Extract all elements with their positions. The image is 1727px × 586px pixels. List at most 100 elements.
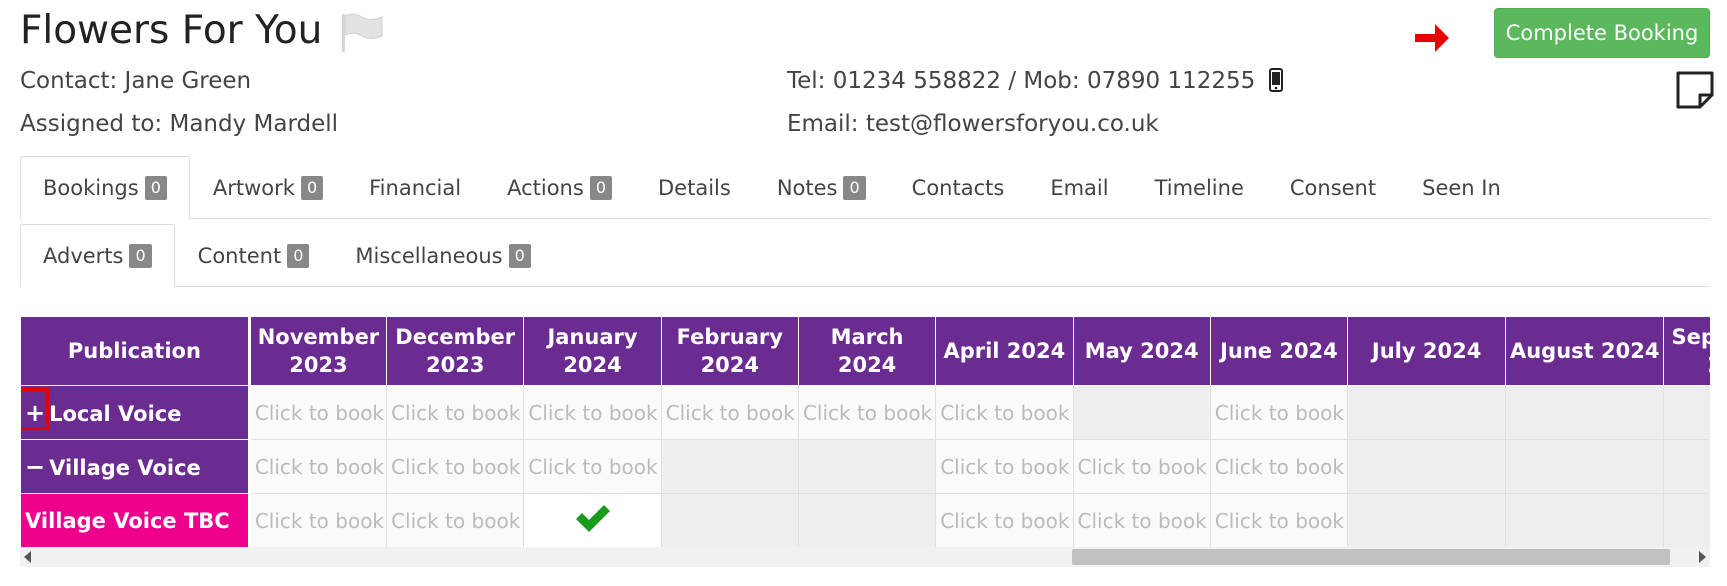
- column-header-month: June 2024: [1209, 316, 1349, 386]
- arrow-right-icon: [1415, 24, 1449, 52]
- contact-name: Contact: Jane Green: [20, 68, 252, 94]
- count-badge: 0: [300, 175, 324, 200]
- unavailable-cell: [1072, 385, 1211, 440]
- tab-timeline[interactable]: Timeline: [1132, 156, 1267, 218]
- tab-contacts[interactable]: Contacts: [889, 156, 1028, 218]
- tab-consent[interactable]: Consent: [1267, 156, 1399, 218]
- publication-cell: Village Voice TBC: [20, 493, 251, 548]
- click-to-book-cell[interactable]: Click to book: [935, 493, 1074, 548]
- column-header-month: August 2024: [1505, 316, 1665, 386]
- column-header-month: January 2024: [523, 316, 662, 386]
- page-title: Flowers For You: [20, 8, 323, 53]
- unavailable-cell: [1663, 385, 1710, 440]
- email-address: Email: test@flowersforyou.co.uk: [787, 111, 1159, 137]
- tab-adverts[interactable]: Adverts 0: [20, 224, 175, 287]
- horizontal-scrollbar[interactable]: [20, 547, 1710, 567]
- checkmark-icon: [575, 505, 610, 532]
- count-badge: 0: [589, 175, 612, 200]
- telephone-numbers: Tel: 01234 558822 / Mob: 07890 112255: [787, 68, 1256, 94]
- scroll-right-arrow-icon[interactable]: [1699, 551, 1706, 563]
- unavailable-cell: [1347, 385, 1507, 440]
- sub-tabs: Adverts 0 Content 0 Miscellaneous 0: [20, 224, 1710, 287]
- scroll-left-arrow-icon[interactable]: [24, 551, 31, 563]
- click-to-book-cell[interactable]: Click to book: [248, 439, 388, 494]
- click-to-book-cell[interactable]: Click to book: [523, 385, 662, 440]
- tab-artwork[interactable]: Artwork 0: [190, 156, 346, 218]
- tab-actions[interactable]: Actions 0: [484, 156, 635, 218]
- column-header-month: March 2024: [797, 316, 937, 386]
- scrollbar-thumb[interactable]: [1072, 549, 1670, 565]
- complete-booking-button[interactable]: Complete Booking: [1494, 8, 1710, 58]
- table-row: − Village Voice Click to book Click to book…: [20, 439, 1710, 494]
- account-header: Flowers For You Contact: Jane Green Assi…: [20, 0, 1714, 150]
- unavailable-cell: [797, 439, 937, 494]
- booked-cell[interactable]: [523, 493, 662, 548]
- unavailable-cell: [1347, 493, 1507, 548]
- unavailable-cell: [1505, 439, 1665, 494]
- column-header-month: September 2024: [1663, 316, 1710, 386]
- click-to-book-cell[interactable]: Click to book: [386, 493, 525, 548]
- click-to-book-cell[interactable]: Click to book: [248, 385, 388, 440]
- assigned-to: Assigned to: Mandy Mardell: [20, 111, 339, 137]
- telephone-line: Tel: 01234 558822 / Mob: 07890 112255: [787, 68, 1283, 94]
- click-to-book-cell[interactable]: Click to book: [523, 439, 662, 494]
- unavailable-cell: [660, 493, 799, 548]
- click-to-book-cell[interactable]: Click to book: [1072, 439, 1211, 494]
- tab-miscellaneous[interactable]: Miscellaneous 0: [332, 224, 553, 286]
- sticky-note-icon[interactable]: [1676, 71, 1714, 109]
- table-row: + Local Voice Click to book Click to book Cl…: [20, 385, 1710, 440]
- highlight-box: [21, 388, 49, 430]
- click-to-book-cell[interactable]: Click to book: [1209, 385, 1349, 440]
- count-badge: 0: [144, 176, 167, 200]
- publication-name: Village Voice: [49, 455, 201, 480]
- publication-cell: − Village Voice: [20, 439, 251, 494]
- click-to-book-cell[interactable]: Click to book: [1209, 493, 1349, 548]
- click-to-book-cell[interactable]: Click to book: [386, 385, 525, 440]
- unavailable-cell: [1347, 439, 1507, 494]
- click-to-book-cell[interactable]: Click to book: [248, 493, 388, 548]
- count-badge: 0: [129, 244, 152, 268]
- click-to-book-cell[interactable]: Click to book: [935, 385, 1074, 440]
- publication-name: Local Voice: [49, 401, 182, 426]
- unavailable-cell: [1505, 493, 1665, 548]
- unavailable-cell: [797, 493, 937, 548]
- main-tabs: Bookings 0 Artwork 0 Financial Actions 0 De…: [20, 156, 1710, 219]
- unavailable-cell: [1663, 493, 1710, 548]
- publication-cell: + Local Voice: [20, 385, 251, 440]
- count-badge: 0: [508, 243, 531, 268]
- table-row: Village Voice TBC Click to book Click to b…: [20, 493, 1710, 548]
- tab-details[interactable]: Details: [635, 156, 754, 218]
- grid-body: + Local Voice Click to book Click to book Cl…: [20, 385, 1710, 548]
- column-header-publication: Publication: [20, 316, 251, 386]
- tab-email[interactable]: Email: [1027, 156, 1131, 218]
- minus-icon[interactable]: −: [25, 453, 45, 481]
- column-header-month: December 2023: [386, 316, 525, 386]
- header-row: Publication November 2023 December 2023 …: [20, 316, 1710, 386]
- column-header-month: April 2024: [935, 316, 1074, 386]
- unavailable-cell: [1663, 439, 1710, 494]
- tab-seen-in[interactable]: Seen In: [1399, 156, 1524, 218]
- unavailable-cell: [660, 439, 799, 494]
- count-badge: 0: [843, 175, 866, 200]
- click-to-book-cell[interactable]: Click to book: [797, 385, 937, 440]
- unavailable-cell: [1505, 385, 1665, 440]
- tab-notes[interactable]: Notes 0: [754, 156, 889, 218]
- column-header-month: May 2024: [1072, 316, 1211, 386]
- mobile-phone-icon: [1268, 68, 1283, 92]
- click-to-book-cell[interactable]: Click to book: [660, 385, 799, 440]
- tab-bookings[interactable]: Bookings 0: [20, 156, 190, 219]
- tab-content[interactable]: Content 0: [175, 224, 333, 286]
- column-header-month: November 2023: [248, 316, 388, 386]
- booking-grid: Publication November 2023 December 2023 …: [20, 316, 1710, 549]
- tab-financial[interactable]: Financial: [346, 156, 484, 218]
- booking-table: Publication November 2023 December 2023 …: [20, 316, 1710, 548]
- column-header-month: July 2024: [1347, 316, 1507, 386]
- click-to-book-cell[interactable]: Click to book: [1209, 439, 1349, 494]
- column-header-month: February 2024: [660, 316, 799, 386]
- count-badge: 0: [287, 243, 310, 268]
- click-to-book-cell[interactable]: Click to book: [1072, 493, 1211, 548]
- publication-name: Village Voice TBC: [25, 508, 230, 533]
- flag-icon[interactable]: [338, 12, 386, 52]
- click-to-book-cell[interactable]: Click to book: [935, 439, 1074, 494]
- click-to-book-cell[interactable]: Click to book: [386, 439, 525, 494]
